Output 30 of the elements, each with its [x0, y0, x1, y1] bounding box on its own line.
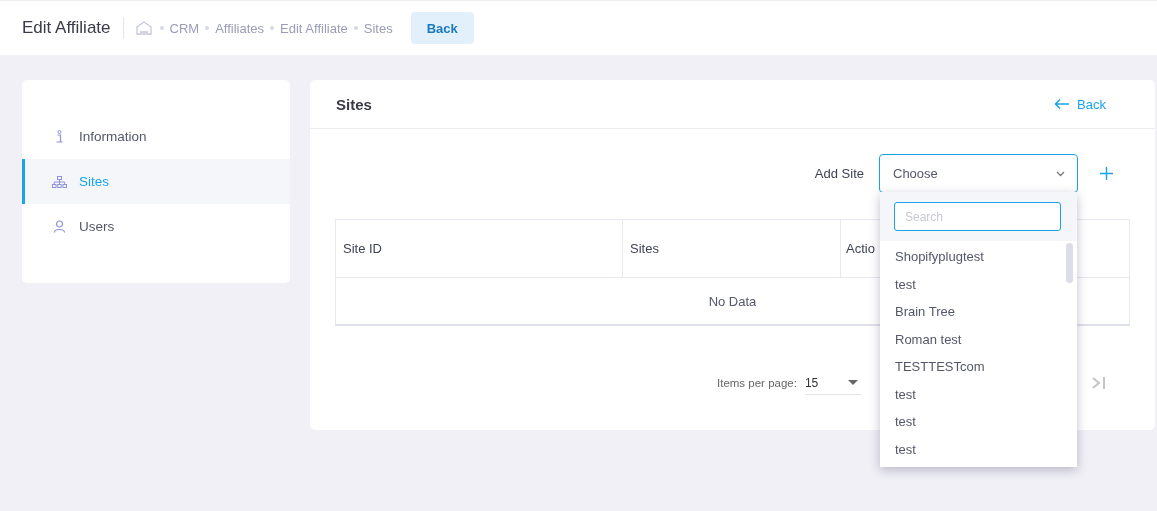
sidebar-item[interactable]: Information [22, 114, 290, 159]
search-field[interactable]: Search [894, 202, 1061, 231]
dropdown-option[interactable]: Shopifyplugtest [895, 243, 1077, 271]
plus-icon[interactable] [1100, 167, 1113, 180]
user-icon [52, 220, 67, 233]
dropdown-option[interactable]: test [895, 270, 1077, 298]
page-title: Edit Affiliate [22, 18, 111, 38]
dropdown-option[interactable]: Brain Tree [895, 298, 1077, 326]
arrow-left-icon [1054, 98, 1071, 110]
sitemap-icon [52, 175, 67, 188]
dropdown-option[interactable]: Roman test [895, 325, 1077, 353]
sidebar-item[interactable]: Users [22, 204, 290, 249]
items-per-page-select[interactable]: 15 [804, 371, 861, 395]
dropdown-option[interactable]: test [895, 435, 1077, 463]
card-title: Sites [336, 95, 372, 113]
dropdown-option[interactable]: test [895, 408, 1077, 436]
items-per-page-label: Items per page: [717, 377, 797, 389]
add-site-label: Add Site [814, 166, 864, 181]
caret-icon [847, 380, 858, 385]
home-icon[interactable] [135, 21, 152, 35]
last-page-icon[interactable] [1090, 375, 1107, 391]
scrollbar-thumb[interactable] [1066, 243, 1073, 283]
column-header: Site ID [343, 241, 382, 256]
chevron-down-icon [1056, 170, 1065, 177]
column-header: Actio [846, 241, 875, 256]
column-header: Sites [630, 241, 659, 256]
empty-message: No Data [708, 293, 757, 309]
back-button[interactable]: Back [410, 12, 474, 44]
dropdown-option[interactable]: TESTTESTcom [895, 353, 1077, 381]
dropdown-option[interactable]: test [895, 380, 1077, 408]
